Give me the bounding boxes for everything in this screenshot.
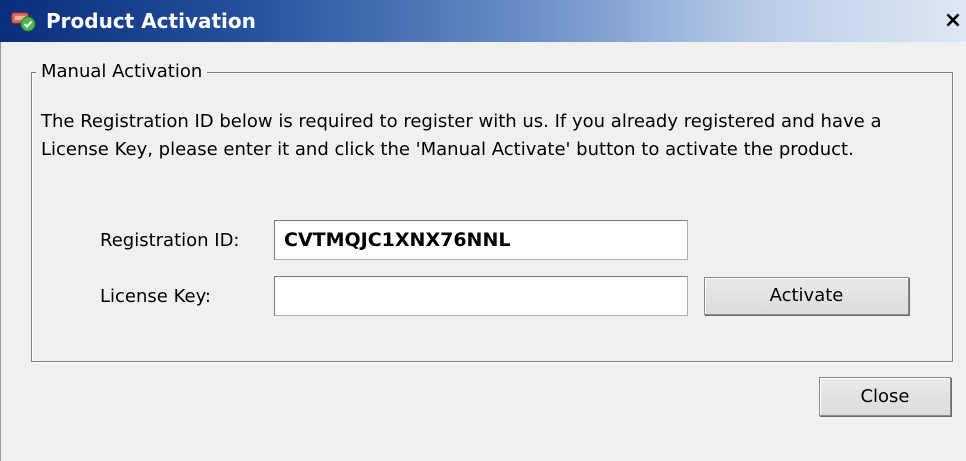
registration-id-field[interactable]: CVTMQJC1XNX76NNL <box>274 220 688 260</box>
license-key-field[interactable] <box>274 276 688 316</box>
window-title: Product Activation <box>46 9 256 33</box>
product-activation-dialog: Product Activation × Manual Activation T… <box>0 0 966 461</box>
activation-description: The Registration ID below is required to… <box>41 111 882 160</box>
product-activation-app-icon <box>11 12 36 32</box>
registration-id-label: Registration ID: <box>100 230 240 251</box>
close-icon[interactable]: × <box>941 9 965 33</box>
manual-activation-group-label: Manual Activation <box>36 60 208 84</box>
license-key-label: License Key: <box>100 286 211 307</box>
close-button[interactable]: Close <box>819 377 951 416</box>
activate-button[interactable]: Activate <box>704 277 909 315</box>
title-bar[interactable]: Product Activation × <box>0 0 966 42</box>
window-left-border <box>0 42 1 461</box>
